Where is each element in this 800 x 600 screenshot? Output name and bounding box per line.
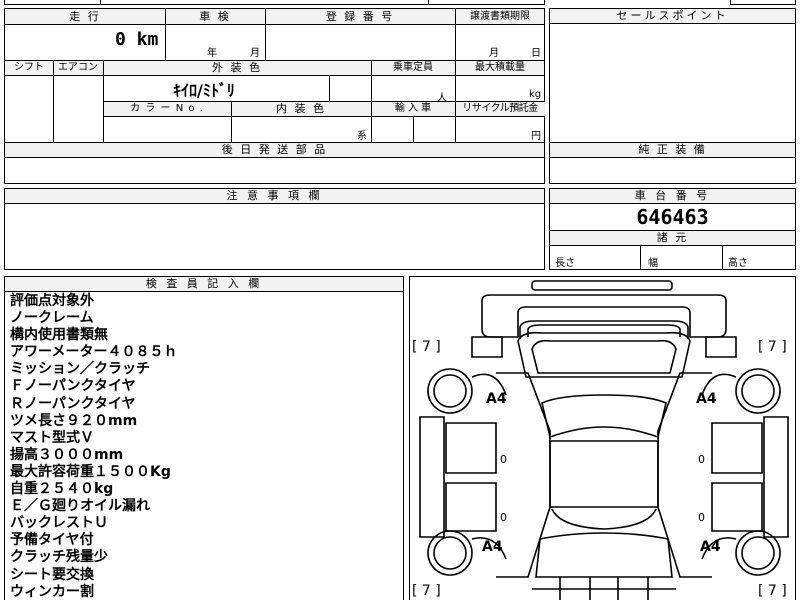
note-line: 最大許容荷重１５００Kg [10,463,171,480]
note-line: ツメ長さ９２０mm [10,412,138,429]
inspector-notes-panel: 検 査 員 記 入 欄 評価点対象外 ノークレーム 構内使用書類無 アワーメータ… [4,276,404,600]
tire-front-left-grade: A4 [486,391,507,407]
max-load-unit: kg [529,89,542,100]
note-line: 自重２５４０kg [10,481,114,498]
chassis-title: 車 台 番 号 [550,189,795,204]
import-label: 輸 入 車 [394,103,432,114]
year-unit: 年 [207,48,217,59]
side-right-front-mark: 0 [698,453,705,466]
bracket-top-left: [ 7 ] [412,339,441,355]
note-line: クラッチ残量少 [10,549,108,566]
mileage-value: 0 km [115,29,159,50]
month-unit: 月 [250,48,260,59]
recycle-label: リサイクル預託金 [462,103,538,114]
tire-rear-left-grade: A4 [482,539,503,555]
dimensions-title: 諸 元 [656,231,689,244]
note-line: バックレストＵ [10,515,108,532]
tire-front-right-grade: A4 [696,391,717,407]
damage-diagram-panel: [ 7 ] [ 7 ] [ 7 ] [ 7 ] A4 A4 A4 A4 0 0 … [409,276,796,600]
sales-point-title: セールスポイント [550,9,795,24]
length-label: 長さ [555,258,575,269]
inspector-notes-list: 評価点対象外 ノークレーム 構内使用書類無 アワーメーター４０８５ｈ ミッション… [10,293,177,600]
side-left-rear-mark: 0 [500,511,507,524]
note-line: Ｆノーパンクタイヤ [10,378,136,395]
transfer-docs-label: 譲渡書類期限 [470,11,530,22]
genuine-equipment-title: 純 正 装 備 [638,143,707,156]
interior-color-label: 内 装 色 [276,102,326,115]
registration-label: 登 録 番 号 [325,10,395,23]
note-line: Ｅ／Ｇ廻りオイル漏れ [10,498,150,515]
top-strip-divider [100,0,101,5]
exterior-color-value: ｷｲﾛ/ﾐﾄﾞﾘ [173,81,235,100]
note-line: 構内使用書類無 [10,327,108,344]
vehicle-info-grid: 走 行 車 検 登 録 番 号 譲渡書類期限 0 km 年 月 月 日 シフト … [4,8,545,184]
note-line: 揚高３０００mm [10,446,124,463]
note-line: ミッション／クラッチ [10,361,150,378]
capacity-label: 乗車定員 [393,62,433,73]
top-strip [4,0,545,5]
sales-point-panel: セールスポイント 純 正 装 備 [549,8,796,184]
bracket-top-right: [ 7 ] [758,339,787,355]
caution-panel: 注 意 事 項 欄 [4,188,545,270]
note-line: マスト型式Ｖ [10,429,94,446]
color-no-label: カ ラ ー N o . [130,103,204,114]
caution-title: 注 意 事 項 欄 [5,189,544,204]
mileage-label: 走 行 [69,10,101,23]
inspection-label: 車 検 [199,10,231,23]
recycle-unit: 円 [531,131,541,142]
chassis-number: 646463 [636,205,709,229]
chassis-panel: 車 台 番 号 646463 諸 元 長さ 幅 高さ [549,188,796,270]
note-line: ウィンカー割 [10,583,94,600]
bracket-bottom-left: [ 7 ] [412,583,441,599]
bracket-bottom-right: [ 7 ] [758,583,787,599]
side-left-front-mark: 0 [500,453,507,466]
top-strip-right [730,0,796,5]
width-label: 幅 [648,258,658,269]
tire-rear-right-grade: A4 [700,539,721,555]
note-line: 予備タイヤ付 [10,532,94,549]
transfer-day: 日 [531,48,541,59]
height-label: 高さ [728,258,748,269]
transfer-month: 月 [489,48,499,59]
interior-unit: 系 [357,131,367,142]
inspector-title: 検 査 員 記 入 欄 [5,277,403,292]
aircon-label: エアコン [58,62,98,73]
note-line: シート要交換 [10,566,94,583]
note-line: 評価点対象外 [10,293,94,309]
side-right-rear-mark: 0 [698,511,705,524]
note-line: Ｒノーパンクタイヤ [10,395,136,412]
top-strip-divider [428,0,429,5]
note-line: ノークレーム [10,310,94,327]
shift-label: シフト [14,62,44,73]
max-load-label: 最大積載量 [475,62,525,73]
later-parts-label: 後 日 発 送 部 品 [221,143,328,156]
exterior-color-label: 外 装 色 [212,61,262,74]
note-line: アワーメーター４０８５ｈ [10,344,178,361]
car-diagram [419,280,789,600]
